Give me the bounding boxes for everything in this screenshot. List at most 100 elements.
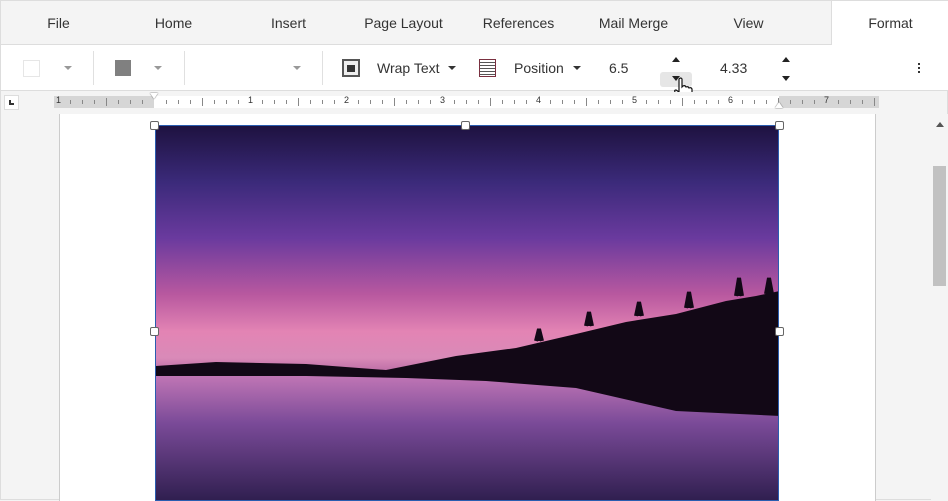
ruler-tick [238,100,239,104]
ruler-number: 6 [728,95,734,105]
tab-stop-selector[interactable] [4,95,19,110]
ruler-tick [550,100,551,104]
height-input[interactable]: 4.33 [720,45,747,91]
ruler-tick [142,100,143,104]
ruler-tick [394,98,395,106]
resize-handle-left[interactable] [150,327,159,336]
ruler-tick [598,100,599,104]
ruler-tick [226,100,227,104]
ruler-tick [490,98,491,106]
tab-insert[interactable]: Insert [231,1,346,45]
width-input[interactable]: 6.5 [609,45,628,91]
resize-handle-top-right[interactable] [775,121,784,130]
width-value: 6.5 [609,60,629,76]
position-icon [479,59,496,77]
ruler-tick [418,100,419,104]
ruler-tick [298,98,299,106]
ruler-tick [862,100,863,104]
ruler-tick [658,100,659,104]
divider [184,51,185,85]
ruler-tick [358,100,359,104]
scrollbar-thumb[interactable] [933,166,946,286]
ruler-tick [370,100,371,104]
wrap-text-button[interactable]: Wrap Text [342,45,456,91]
ruler-tick [814,100,815,104]
position-button[interactable]: Position [479,45,581,91]
increment-icon[interactable] [672,57,680,62]
horizontal-ruler[interactable]: 1 1 2 3 4 5 6 7 [54,93,879,108]
resize-handle-top-left[interactable] [150,121,159,130]
chevron-down-icon [572,66,581,70]
ruler-tick [82,100,83,104]
ruler-tick [166,100,167,104]
ruler-tick [670,100,671,104]
ruler-tick [466,100,467,104]
ruler-tick [622,100,623,104]
height-spinner[interactable] [771,48,803,88]
ruler-tick [430,100,431,104]
ruler-tick [682,98,683,106]
ruler-tick [802,100,803,104]
ruler-tick [178,100,179,104]
ruler-number: 1 [56,95,62,105]
divider [93,51,94,85]
tab-home[interactable]: Home [116,1,231,45]
ruler-number: 1 [248,95,254,105]
ruler-number: 2 [344,95,350,105]
tab-view[interactable]: View [691,1,806,45]
ruler-tick [310,100,311,104]
divider [322,51,323,85]
ruler-tick [406,100,407,104]
tab-mail-merge[interactable]: Mail Merge [576,1,691,45]
border-color-picker[interactable] [115,45,162,91]
sunset-lake-photo [156,277,778,500]
ruler-tick [838,100,839,104]
ruler-tick [742,100,743,104]
vertical-scrollbar[interactable] [931,114,948,501]
chevron-down-icon [64,66,72,70]
ruler-number: 5 [632,95,638,105]
border-width-dropdown[interactable] [191,45,301,91]
scroll-up-icon[interactable] [936,122,944,127]
ruler-tick [118,100,119,104]
tab-format[interactable]: Format [831,1,948,46]
ruler-tick [382,100,383,104]
more-options-icon[interactable] [918,45,920,91]
resize-handle-top[interactable] [461,121,470,130]
ruler-tick [514,100,515,104]
ruler-tick [202,98,203,106]
ruler-tick [754,100,755,104]
ruler-tick [334,100,335,104]
chevron-down-icon [154,66,162,70]
ruler-tick [274,100,275,104]
ruler-tick [790,100,791,104]
ruler-tick [478,100,479,104]
border-color-swatch [115,60,131,76]
ruler-tick [94,100,95,104]
ruler-tick [322,100,323,104]
chevron-down-icon [293,66,301,70]
wrap-text-icon [342,59,360,77]
tab-page-layout[interactable]: Page Layout [346,1,461,45]
ruler-tick [502,100,503,104]
chevron-down-icon [447,66,456,70]
tab-file[interactable]: File [1,1,116,45]
ruler-tick [262,100,263,104]
decrement-icon[interactable] [782,76,790,81]
ruler-tick [850,100,851,104]
ruler-number: 4 [536,95,542,105]
resize-handle-right[interactable] [775,327,784,336]
fill-color-picker[interactable] [23,45,72,91]
ruler-number: 3 [440,95,446,105]
ruler-tick [610,100,611,104]
ruler-tick [562,100,563,104]
toolbar: Wrap Text Position 6.5 4.33 [1,45,948,101]
height-value: 4.33 [720,60,748,76]
selected-image[interactable] [155,125,779,501]
increment-icon[interactable] [782,57,790,62]
ruler-tick [190,100,191,104]
ruler-tick [130,100,131,104]
tab-references[interactable]: References [461,1,576,45]
right-indent-marker[interactable] [775,102,783,108]
first-line-indent-marker[interactable] [150,93,158,99]
